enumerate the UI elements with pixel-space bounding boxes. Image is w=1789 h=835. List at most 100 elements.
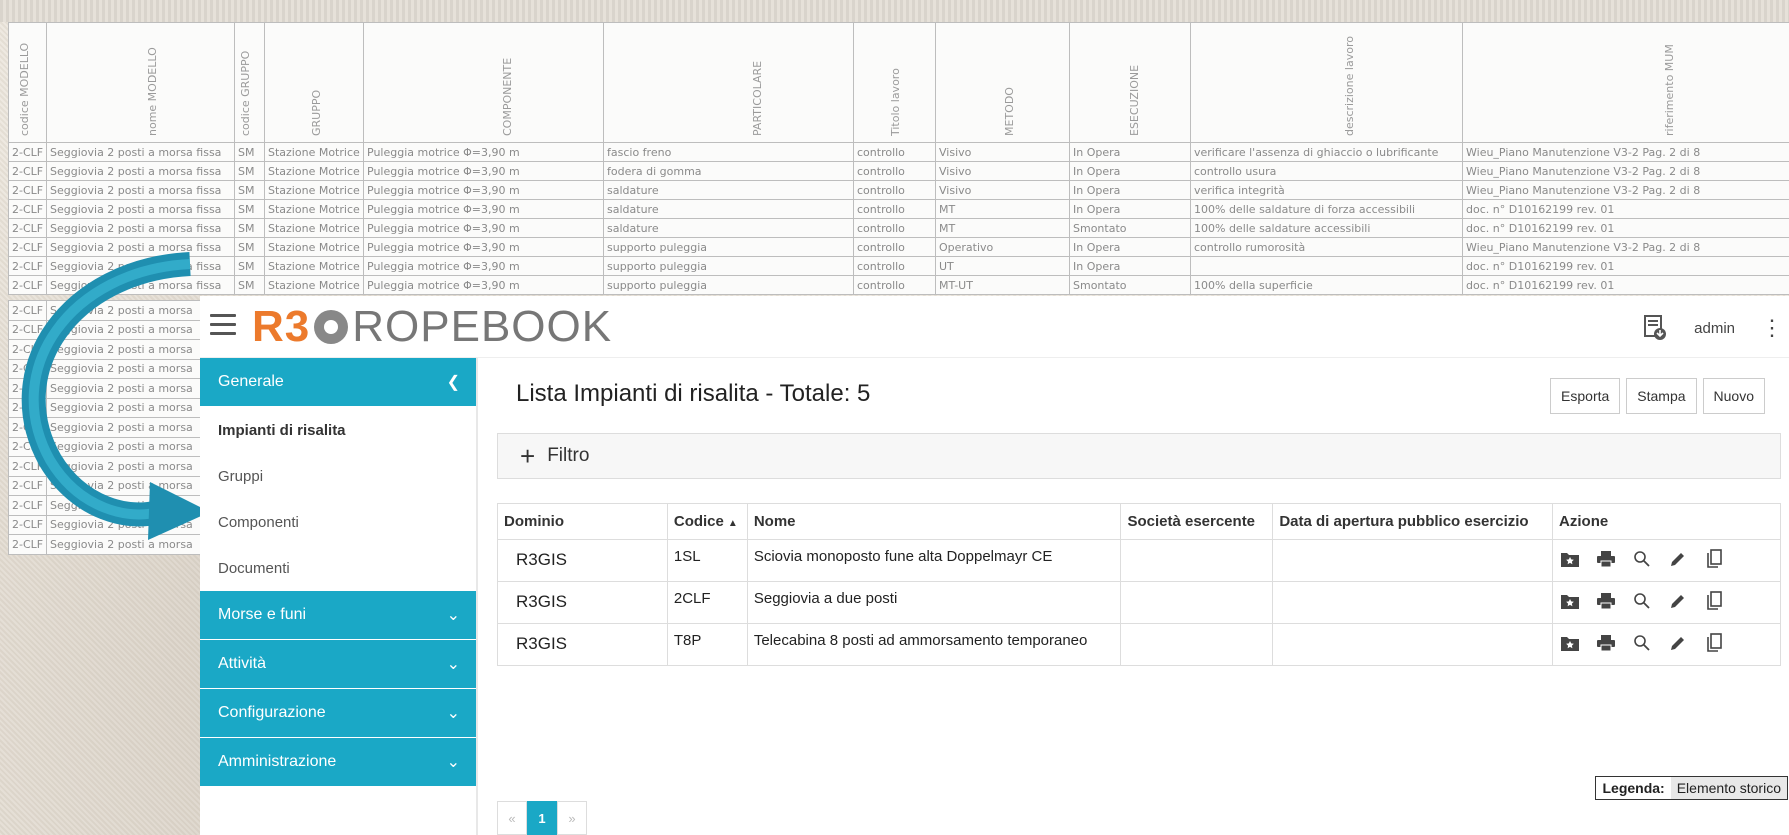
spreadsheet-header-row: codice MODELLO nome MODELLO codice GRUPP… [8, 22, 1789, 143]
plus-icon: + [520, 440, 536, 471]
sheet-cell: SM [234, 218, 265, 238]
sidebar-item-documenti[interactable]: Documenti [200, 545, 478, 591]
sheet-header: nome MODELLO [46, 22, 235, 143]
sheet-cell: Operativo [935, 237, 1070, 257]
sheet-cell: 100% delle saldature accessibili [1190, 218, 1463, 238]
user-menu[interactable]: admin [1694, 320, 1735, 337]
folder-star-icon[interactable] [1559, 632, 1581, 654]
table-row[interactable]: R3GIS 1SL Sciovia monoposto fune alta Dopp… [497, 539, 1781, 582]
sheet-cell: saldature [603, 218, 854, 238]
sheet-cell: controllo [853, 142, 936, 162]
sheet-cell: Wieu_Piano Manutenzione V3-2 Pag. 2 di 8 [1462, 237, 1789, 257]
cell-societa [1120, 623, 1274, 666]
pagination-page-1[interactable]: 1 [527, 801, 557, 835]
logo-gear-icon [314, 310, 349, 344]
download-doc-icon[interactable] [1644, 315, 1667, 341]
sheet-cell: In Opera [1069, 199, 1191, 219]
search-icon[interactable] [1631, 548, 1653, 570]
sheet-cell: doc. n° D10162199 rev. 01 [1462, 218, 1789, 238]
sheet-header: codice MODELLO [8, 22, 47, 143]
sheet-cell: Smontato [1069, 275, 1191, 295]
folder-star-icon[interactable] [1559, 548, 1581, 570]
edit-icon[interactable] [1667, 632, 1689, 654]
column-header-dominio[interactable]: Dominio [497, 503, 668, 540]
sidebar-item-impianti[interactable]: Impianti di risalita [200, 407, 478, 453]
chevron-down-icon: ⌄ [446, 705, 460, 722]
cell-nome: Telecabina 8 posti ad ammorsamento tempo… [746, 623, 1122, 666]
filter-toggle[interactable]: + Filtro [497, 433, 1781, 479]
logo: R3 ROPEBOOK [252, 302, 612, 352]
sheet-cell: Visivo [935, 180, 1070, 200]
sheet-cell: controllo [853, 180, 936, 200]
legend-historic-item: Elemento storico [1670, 777, 1787, 799]
copy-icon[interactable] [1703, 632, 1725, 654]
sheet-cell: MT-UT [935, 275, 1070, 295]
cell-nome: Seggiovia a due posti [746, 581, 1122, 624]
sheet-cell: Stazione Motrice [264, 237, 364, 257]
sheet-cell: Stazione Motrice [264, 142, 364, 162]
sheet-row: 2-CLF Seggiovia 2 posti a morsa fissa SM St… [8, 218, 1789, 238]
print-icon[interactable] [1595, 590, 1617, 612]
sheet-cell: Puleggia motrice Φ=3,90 m [363, 161, 604, 181]
column-header-nome[interactable]: Nome [746, 503, 1122, 540]
sheet-cell: supporto puleggia [603, 275, 854, 295]
edit-icon[interactable] [1667, 590, 1689, 612]
search-icon[interactable] [1631, 632, 1653, 654]
sheet-cell: controllo [853, 275, 936, 295]
sidebar-section-amministrazione[interactable]: Amministrazione ⌄ [200, 738, 478, 786]
kebab-menu-icon[interactable]: ⋮ [1761, 317, 1783, 339]
pagination-next[interactable]: » [557, 801, 587, 835]
print-icon[interactable] [1595, 548, 1617, 570]
copy-icon[interactable] [1703, 590, 1725, 612]
sheet-row: 2-CLF Seggiovia 2 posti a morsa fissa SM St… [8, 199, 1789, 219]
column-header-data-apertura[interactable]: Data di apertura pubblico esercizio [1272, 503, 1554, 540]
row-actions [1559, 590, 1774, 612]
folder-star-icon[interactable] [1559, 590, 1581, 612]
sidebar-section-morse[interactable]: Morse e funi ⌄ [200, 591, 478, 639]
sheet-cell: controllo [853, 237, 936, 257]
edit-icon[interactable] [1667, 548, 1689, 570]
cell-data [1272, 581, 1554, 624]
column-header-codice[interactable]: Codice ▲ [666, 503, 748, 540]
print-button[interactable]: Stampa [1626, 378, 1697, 414]
print-icon[interactable] [1595, 632, 1617, 654]
row-actions [1559, 632, 1774, 654]
sheet-cell: Seggiovia 2 posti a morsa fissa [46, 161, 235, 181]
sheet-header: COMPONENTE [363, 22, 604, 143]
background-spreadsheet: codice MODELLO nome MODELLO codice GRUPP… [8, 22, 1789, 295]
sidebar-section-generale[interactable]: Generale ❮ [200, 358, 478, 406]
search-icon[interactable] [1631, 590, 1653, 612]
app-window: R3 ROPEBOOK admin ⋮ Generale ❮ Impianti … [200, 296, 1789, 835]
sidebar-section-configurazione[interactable]: Configurazione ⌄ [200, 689, 478, 737]
sheet-cell: SM [234, 161, 265, 181]
sheet-header: descrizione lavoro [1190, 22, 1463, 143]
sidebar-section-label: Generale [218, 373, 284, 390]
column-header-societa[interactable]: Società esercente [1120, 503, 1274, 540]
pagination-prev[interactable]: « [497, 801, 527, 835]
sheet-cell: Stazione Motrice [264, 161, 364, 181]
sheet-cell: SM [234, 142, 265, 162]
sheet-cell: Stazione Motrice [264, 199, 364, 219]
table-row[interactable]: R3GIS 2CLF Seggiovia a due posti [497, 581, 1781, 624]
cell-societa [1120, 539, 1274, 582]
sidebar-item-gruppi[interactable]: Gruppi [200, 453, 478, 499]
hamburger-icon[interactable] [210, 314, 236, 336]
sidebar-section-label: Morse e funi [218, 606, 307, 623]
new-button[interactable]: Nuovo [1702, 378, 1765, 414]
table-row[interactable]: R3GIS T8P Telecabina 8 posti ad ammorsamen… [497, 623, 1781, 666]
main-content: Lista Impianti di risalita - Totale: 5 E… [478, 358, 1789, 835]
export-button[interactable]: Esporta [1550, 378, 1621, 414]
sheet-cell [1190, 256, 1463, 276]
sidebar-item-componenti[interactable]: Componenti [200, 499, 478, 545]
sheet-cell: Stazione Motrice [264, 256, 364, 276]
sheet-header: codice GRUPPO [234, 22, 265, 143]
impianti-table: Dominio Codice ▲ Nome Società esercente D… [497, 503, 1781, 666]
copy-icon[interactable] [1703, 548, 1725, 570]
sheet-cell: controllo [853, 218, 936, 238]
sidebar-section-attivita[interactable]: Attività ⌄ [200, 640, 478, 688]
sheet-cell: Puleggia motrice Φ=3,90 m [363, 275, 604, 295]
sheet-cell: MT [935, 199, 1070, 219]
sheet-cell: 100% della superficie [1190, 275, 1463, 295]
table-body: R3GIS 1SL Sciovia monoposto fune alta Dopp… [497, 539, 1781, 666]
logo-r3: R3 [252, 302, 311, 351]
